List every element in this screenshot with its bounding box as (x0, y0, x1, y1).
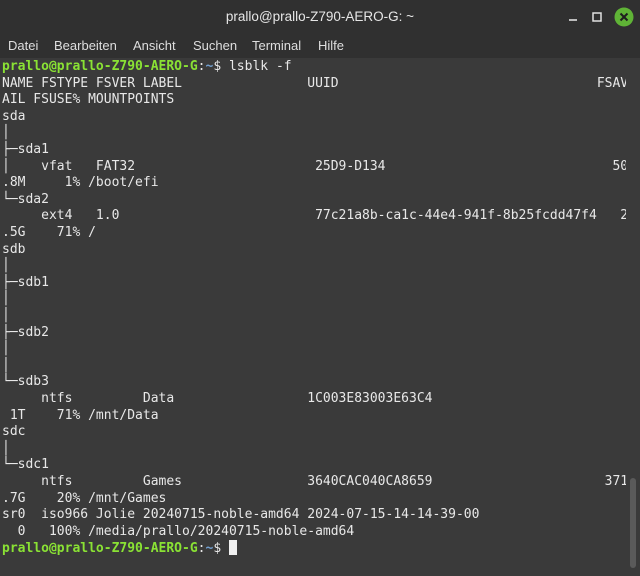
output-line: ├─sda1 (2, 142, 49, 157)
command-text: lsblk -f (228, 59, 292, 74)
prompt-symbol: $ (213, 541, 229, 557)
output-line: ├─sdb2 (2, 324, 49, 340)
output-line: └─sda2 (2, 191, 49, 207)
menu-ansicht[interactable]: Ansicht (133, 34, 176, 58)
output-line: .8M 1% /boot/efi (2, 175, 159, 191)
scrollbar-thumb[interactable] (630, 478, 636, 568)
output-line: │ (2, 357, 10, 373)
output-line: sr0 iso966 Jolie 20240715-noble-amd64 20… (2, 507, 480, 523)
output-line: ├─sdb1 (2, 274, 49, 290)
minimize-button[interactable] (563, 7, 583, 27)
close-button[interactable] (614, 7, 634, 27)
menu-bar: Datei Bearbeiten Ansicht Suchen Terminal… (0, 34, 640, 58)
active-prompt-line[interactable]: prallo@prallo-Z790-AERO-G:~$ (2, 540, 237, 557)
prompt-symbol: $ (213, 59, 229, 74)
output-line: └─sdc1 (2, 457, 49, 473)
scrollbar[interactable] (626, 58, 640, 576)
prompt-separator: : (197, 541, 206, 557)
menu-terminal[interactable]: Terminal (252, 34, 301, 58)
terminal-output[interactable]: prallo@prallo-Z790-AERO-G:~$ lsblk -f NA… (0, 58, 636, 576)
output-line: ntfs Games 3640CAC040CA8659 371 (2, 474, 629, 489)
output-line: │ (2, 258, 10, 274)
close-icon (614, 7, 634, 27)
output-line: 1T 71% /mnt/Data (2, 407, 159, 423)
prompt-separator: : (197, 59, 206, 74)
prompt-user-host: prallo@prallo-Z790-AERO-G (2, 59, 198, 74)
output-line: sdb (2, 241, 26, 257)
command-line: prallo@prallo-Z790-AERO-G:~$ lsblk -f (2, 59, 292, 76)
maximize-button[interactable] (587, 7, 607, 27)
menu-bearbeiten[interactable]: Bearbeiten (54, 34, 117, 58)
output-line: │ (2, 341, 10, 357)
output-line: ntfs Data 1C003E83003E63C4 (2, 391, 433, 406)
output-line: │ vfat FAT32 25D9-D134 504 (2, 158, 636, 174)
output-line: sda (2, 108, 26, 124)
output-line: ext4 1.0 77c21a8b-ca1c-44e4-941f-8b25fcd… (2, 208, 636, 224)
output-line: │ (2, 291, 10, 307)
output-line: │ (2, 308, 10, 323)
output-line: AIL FSUSE% MOUNTPOINTS (2, 92, 175, 108)
output-line: sdc (2, 424, 26, 440)
output-line: │ (2, 125, 10, 141)
output-line: 0 100% /media/prallo/20240715-noble-amd6… (2, 523, 355, 539)
menu-suchen[interactable]: Suchen (193, 34, 237, 58)
maximize-icon (592, 12, 602, 22)
terminal-window: prallo@prallo-Z790-AERO-G: ~ Datei Bearb… (0, 0, 640, 576)
text-cursor (228, 540, 237, 556)
output-line: .7G 20% /mnt/Games (2, 490, 167, 506)
prompt-user-host: prallo@prallo-Z790-AERO-G (2, 541, 198, 557)
output-line: │ (2, 440, 10, 456)
menu-hilfe[interactable]: Hilfe (318, 34, 344, 58)
minimize-icon (569, 19, 577, 21)
output-line: .5G 71% / (2, 225, 96, 240)
output-line: └─sdb3 (2, 374, 49, 390)
output-line: NAME FSTYPE FSVER LABEL UUID FSAV (2, 75, 629, 91)
menu-datei[interactable]: Datei (8, 34, 38, 58)
title-bar[interactable]: prallo@prallo-Z790-AERO-G: ~ (0, 0, 640, 34)
window-title: prallo@prallo-Z790-AERO-G: ~ (225, 9, 415, 24)
